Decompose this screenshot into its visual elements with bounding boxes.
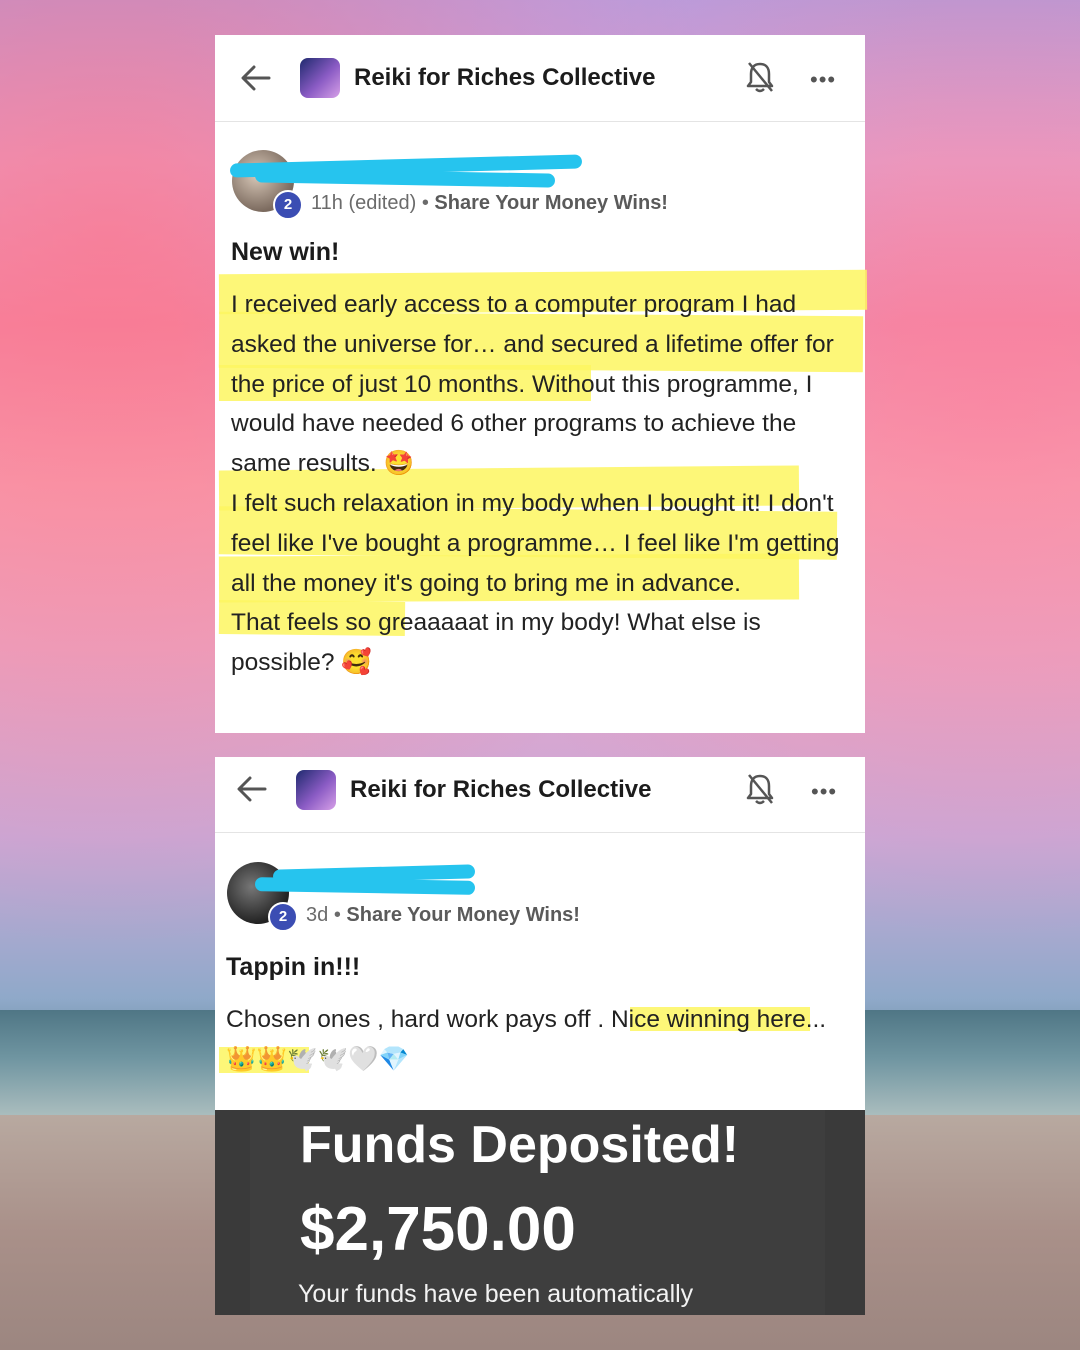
bell-off-icon[interactable] xyxy=(745,771,775,807)
post-card-2: Reiki for Riches Collective ••• 2 3d • S… xyxy=(215,757,865,1315)
post-category[interactable]: Share Your Money Wins! xyxy=(434,192,668,214)
post-title: New win! xyxy=(231,238,340,266)
post-category[interactable]: Share Your Money Wins! xyxy=(346,904,580,926)
post-meta: 3d • Share Your Money Wins! xyxy=(306,904,580,927)
level-badge: 2 xyxy=(268,902,298,932)
deposit-screenshot: Funds Deposited! $2,750.00 Your funds ha… xyxy=(215,1110,865,1315)
post-time: 3d xyxy=(306,904,329,926)
post-paragraph: That feels so greaaaaat in my body! What… xyxy=(231,609,761,677)
bell-off-icon[interactable] xyxy=(745,59,775,95)
post-card-1: Reiki for Riches Collective ••• 2 11h (e… xyxy=(215,35,868,733)
deposit-text: Your funds have been automatically xyxy=(298,1280,694,1308)
back-arrow-icon[interactable] xyxy=(239,62,273,94)
group-header: Reiki for Riches Collective ••• xyxy=(215,757,865,833)
deposit-title: Funds Deposited! xyxy=(300,1116,740,1174)
group-logo-icon[interactable] xyxy=(296,770,336,810)
back-arrow-icon[interactable] xyxy=(235,773,269,805)
redaction-scribble xyxy=(254,168,556,188)
meta-separator: • xyxy=(333,904,341,926)
post-title: Tappin in!!! xyxy=(226,953,361,981)
post-body: Chosen ones , hard work pays off . Nice … xyxy=(226,1006,827,1073)
deposit-amount: $2,750.00 xyxy=(300,1195,576,1264)
more-icon[interactable]: ••• xyxy=(810,69,836,91)
group-title[interactable]: Reiki for Riches Collective xyxy=(354,64,655,92)
level-badge: 2 xyxy=(273,190,303,220)
post-meta: 11h (edited) • Share Your Money Wins! xyxy=(311,192,668,215)
deposit-panel: Funds Deposited! $2,750.00 Your funds ha… xyxy=(250,1110,825,1315)
more-icon[interactable]: ••• xyxy=(811,781,837,803)
post-time: 11h (edited) xyxy=(311,192,417,214)
post-paragraph: I received early access to a computer pr… xyxy=(231,291,834,478)
group-title[interactable]: Reiki for Riches Collective xyxy=(350,776,651,804)
post-paragraph: I felt such relaxation in my body when I… xyxy=(231,489,840,597)
post-body: I received early access to a computer pr… xyxy=(231,285,851,683)
meta-separator: • xyxy=(421,192,429,214)
group-logo-icon[interactable] xyxy=(300,58,340,98)
group-header: Reiki for Riches Collective ••• xyxy=(215,35,865,122)
